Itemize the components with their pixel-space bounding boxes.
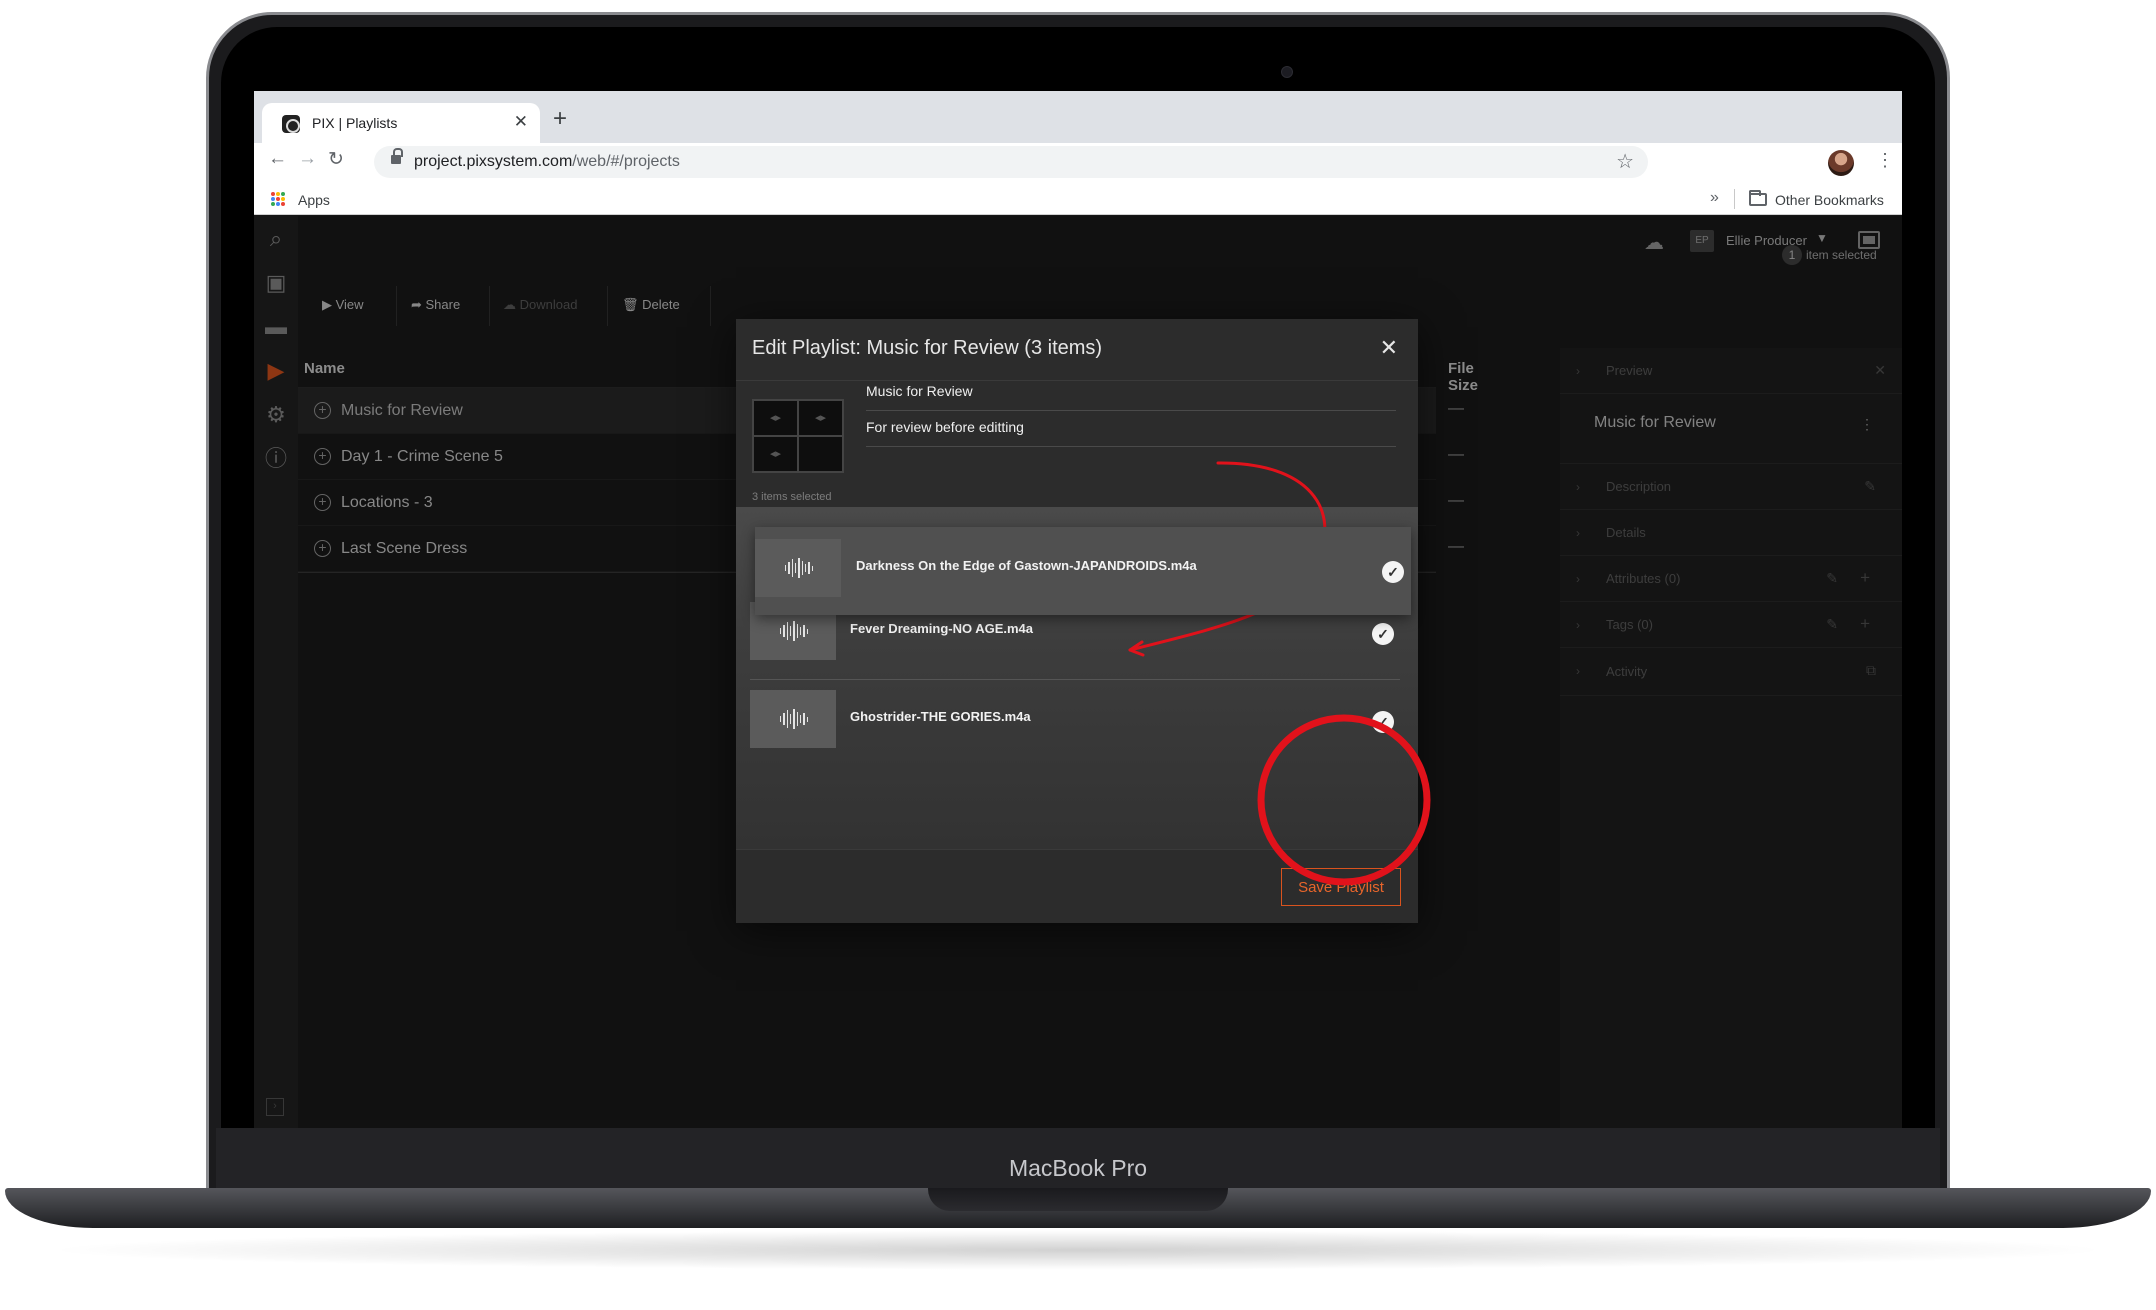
checkmark-icon[interactable]: ✓ (1372, 623, 1394, 645)
checkmark-icon[interactable]: ✓ (1382, 561, 1404, 583)
browser-menu-icon[interactable]: ⋮ (1876, 150, 1894, 171)
close-icon[interactable]: ✕ (1380, 335, 1398, 361)
playlist-description-input[interactable] (866, 419, 1386, 435)
save-playlist-button[interactable]: Save Playlist (1281, 868, 1401, 906)
playlist-thumbnail-grid: ◂▸ ◂▸ ◂▸ (752, 399, 844, 473)
address-bar[interactable]: project.pixsystem.com/web/#/projects ☆ (374, 146, 1648, 178)
browser-tab[interactable]: PIX | Playlists ✕ (262, 103, 540, 143)
apps-bookmark[interactable]: Apps (298, 192, 330, 208)
browser-tab-strip: PIX | Playlists ✕ + (254, 91, 1902, 143)
browser-toolbar: ← → ↻ project.pixsystem.com/web/#/projec… (254, 143, 1902, 183)
bookmark-star-icon[interactable]: ☆ (1616, 149, 1634, 174)
reload-icon[interactable]: ↻ (328, 148, 344, 171)
modal-footer: Save Playlist (736, 849, 1418, 923)
url-text: project.pixsystem.com/web/#/projects (414, 153, 680, 170)
checkmark-icon[interactable]: ✓ (1372, 711, 1394, 733)
laptop-shadow (40, 1230, 2116, 1270)
tab-close-icon[interactable]: ✕ (514, 112, 528, 132)
item-file-name: Darkness On the Edge of Gastown-JAPANDRO… (856, 558, 1197, 573)
lock-icon (391, 148, 403, 164)
playlist-description-field[interactable] (866, 411, 1396, 447)
back-icon[interactable]: ← (268, 148, 287, 170)
audio-thumbnail: ◂▸ (754, 401, 797, 435)
modal-header: Edit Playlist: Music for Review (3 items… (736, 319, 1418, 381)
playlist-items-list: Fever Dreaming-NO AGE.m4a ✓ Ghostrider-T… (736, 507, 1418, 849)
folder-icon (1749, 190, 1767, 206)
items-selected-label: 3 items selected (752, 491, 832, 503)
list-item[interactable]: Ghostrider-THE GORIES.m4a ✓ (750, 679, 1402, 767)
pix-favicon-icon (282, 115, 300, 133)
screen: PIX | Playlists ✕ + ← → ↻ project.pixsys… (254, 91, 1902, 1128)
modal-title: Edit Playlist: Music for Review (3 items… (752, 337, 1103, 359)
other-bookmarks[interactable]: Other Bookmarks (1775, 192, 1884, 208)
profile-avatar[interactable] (1828, 150, 1854, 176)
edit-playlist-modal: Edit Playlist: Music for Review (3 items… (736, 319, 1418, 923)
tab-title: PIX | Playlists (312, 115, 398, 131)
audio-thumbnail (799, 437, 842, 471)
audio-thumbnail: ◂▸ (799, 401, 842, 435)
new-tab-button[interactable]: + (553, 105, 567, 133)
item-file-name: Fever Dreaming-NO AGE.m4a (850, 621, 1034, 636)
item-file-name: Ghostrider-THE GORIES.m4a (850, 709, 1031, 724)
bookmarks-overflow-button[interactable]: » (1710, 189, 1719, 207)
forward-icon[interactable]: → (298, 148, 317, 170)
bookmarks-bar: Apps » Other Bookmarks (254, 183, 1902, 215)
dragged-list-item[interactable]: Darkness On the Edge of Gastown-JAPANDRO… (755, 527, 1411, 615)
laptop-notch (928, 1188, 1228, 1211)
audio-waveform-icon (750, 690, 836, 748)
camera (1281, 66, 1293, 78)
laptop-brand-label: MacBook Pro (1008, 1155, 1148, 1181)
apps-grid-icon[interactable] (271, 192, 285, 206)
audio-thumbnail: ◂▸ (754, 437, 797, 471)
bookmarks-separator (1734, 189, 1735, 209)
playlist-name-field[interactable] (866, 375, 1396, 411)
audio-waveform-icon (755, 539, 841, 597)
playlist-name-input[interactable] (866, 383, 1386, 399)
